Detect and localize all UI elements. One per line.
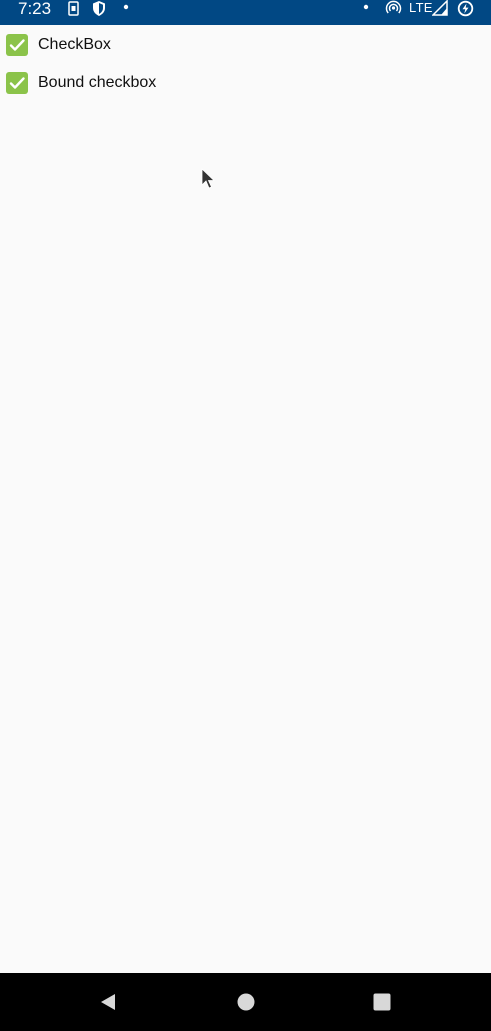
bound-checkbox-checked[interactable] bbox=[6, 72, 28, 94]
notification-dot-icon bbox=[363, 4, 369, 10]
back-button[interactable] bbox=[80, 973, 136, 1031]
notification-dot-icon bbox=[123, 4, 129, 10]
checkbox-row[interactable]: CheckBox bbox=[6, 33, 111, 57]
sim-card-icon bbox=[68, 1, 79, 16]
back-icon bbox=[101, 994, 115, 1010]
battery-charging-icon bbox=[457, 0, 474, 17]
navigation-bar bbox=[0, 973, 491, 1031]
signal-icon bbox=[432, 0, 448, 16]
checkbox-label: CheckBox bbox=[38, 36, 111, 53]
status-bar: 7:23 LTE bbox=[0, 0, 491, 25]
checkmark-icon bbox=[9, 77, 25, 89]
home-icon bbox=[237, 993, 255, 1011]
shield-icon bbox=[93, 1, 105, 16]
checkmark-icon bbox=[9, 39, 25, 51]
checkbox-checked[interactable] bbox=[6, 34, 28, 56]
status-time: 7:23 bbox=[18, 0, 52, 18]
mouse-cursor-icon bbox=[201, 168, 215, 189]
home-button[interactable] bbox=[218, 973, 274, 1031]
hotspot-icon bbox=[385, 0, 402, 14]
bound-checkbox-label: Bound checkbox bbox=[38, 74, 157, 91]
recents-button[interactable] bbox=[354, 973, 410, 1031]
content-area: CheckBox Bound checkbox bbox=[0, 25, 491, 973]
recents-icon bbox=[373, 993, 391, 1011]
network-type-label: LTE bbox=[409, 0, 433, 15]
bound-checkbox-row[interactable]: Bound checkbox bbox=[6, 71, 156, 95]
